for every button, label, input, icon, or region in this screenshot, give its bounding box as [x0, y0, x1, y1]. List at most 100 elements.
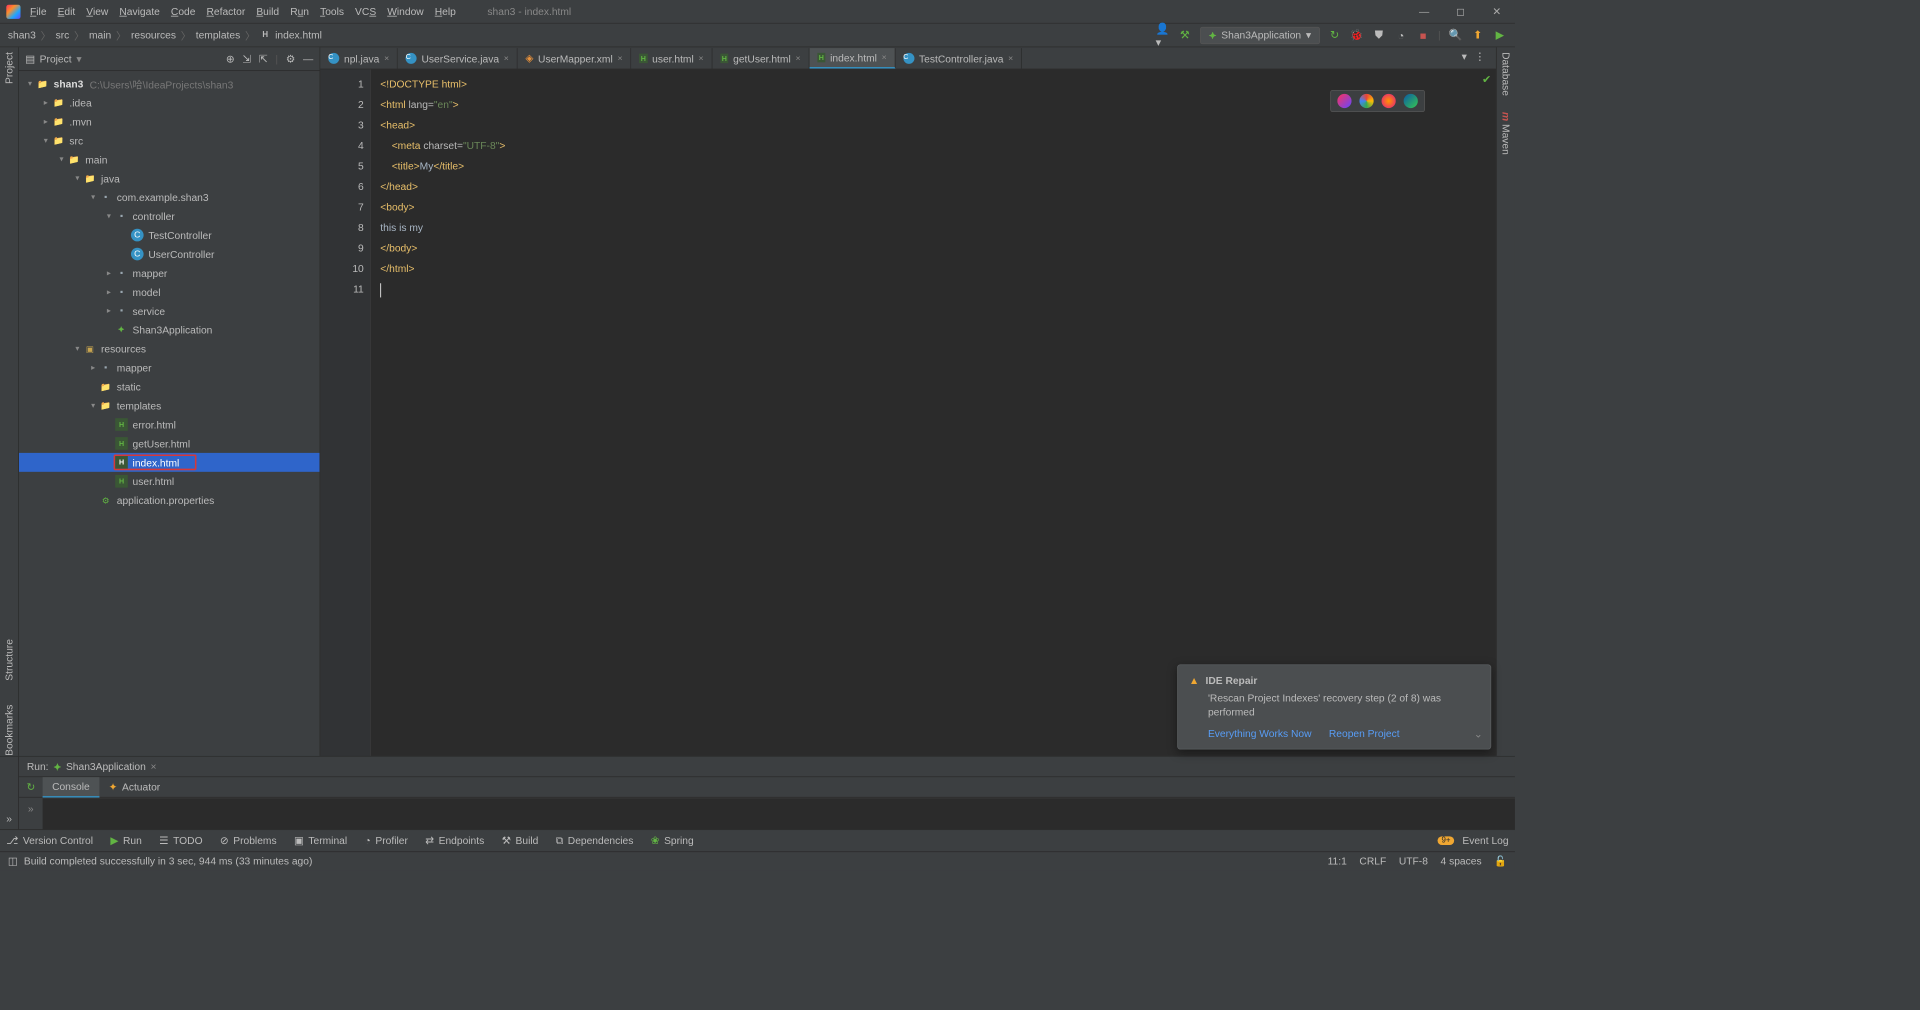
- tree-node[interactable]: ▾📁main: [19, 150, 320, 169]
- close-tab-icon[interactable]: ×: [795, 54, 800, 63]
- status-tool-icon[interactable]: ◫: [8, 855, 18, 868]
- locate-icon[interactable]: ⊕: [226, 52, 235, 65]
- editor-tab[interactable]: CUserService.java×: [398, 48, 518, 69]
- code-content[interactable]: <!DOCTYPE html> <html lang="en"> <head> …: [371, 69, 1496, 755]
- tool-problems[interactable]: ⊘Problems: [220, 834, 277, 847]
- editor-tab[interactable]: CTestController.java×: [895, 48, 1022, 69]
- run-more-icon[interactable]: »: [19, 798, 43, 830]
- close-tab-icon[interactable]: ×: [698, 54, 703, 63]
- edge-icon[interactable]: [1404, 94, 1418, 108]
- editor-tab[interactable]: Cnpl.java×: [320, 48, 398, 69]
- tree-node[interactable]: Huser.html: [19, 472, 320, 491]
- run-config-select[interactable]: ⯌ Shan3Application ▾: [1200, 26, 1320, 43]
- editor-tab[interactable]: Hindex.html×: [809, 48, 895, 69]
- line-separator[interactable]: CRLF: [1359, 855, 1386, 868]
- tool-todo[interactable]: ☰TODO: [159, 834, 202, 847]
- rerun-icon[interactable]: ↻: [1328, 28, 1342, 42]
- tree-node[interactable]: Herror.html: [19, 415, 320, 434]
- close-tab-icon[interactable]: ×: [882, 53, 887, 62]
- close-button[interactable]: ✕: [1479, 0, 1515, 23]
- close-tab-icon[interactable]: ×: [1008, 54, 1013, 63]
- caret-position[interactable]: 11:1: [1328, 855, 1347, 868]
- editor-tab[interactable]: ◈UserMapper.xml×: [518, 48, 632, 69]
- profile-icon[interactable]: ◔: [1394, 28, 1408, 42]
- crumb[interactable]: src: [56, 29, 70, 41]
- maximize-button[interactable]: ◻: [1442, 0, 1478, 23]
- line-gutter[interactable]: 1234567891011: [320, 69, 370, 755]
- close-tab-icon[interactable]: ×: [617, 54, 622, 63]
- tool-build[interactable]: ⚒Build: [502, 834, 539, 847]
- tool-version-control[interactable]: ⎇Version Control: [6, 834, 93, 847]
- menu-file[interactable]: File: [30, 6, 47, 18]
- tree-node[interactable]: ⯌Shan3Application: [19, 320, 320, 339]
- crumb[interactable]: shan3: [8, 29, 36, 41]
- close-tab-icon[interactable]: ×: [384, 54, 389, 63]
- tool-maven[interactable]: m Maven: [1500, 112, 1512, 155]
- hammer-icon[interactable]: ⚒: [1178, 28, 1192, 42]
- tool-project[interactable]: Project: [3, 52, 15, 84]
- inspection-ok-icon[interactable]: ✔: [1482, 73, 1491, 86]
- tree-node[interactable]: ▾📁templates: [19, 396, 320, 415]
- tree-node[interactable]: HgetUser.html: [19, 434, 320, 453]
- sync-icon[interactable]: ⬆: [1471, 28, 1485, 42]
- tree-node[interactable]: ⚙application.properties: [19, 491, 320, 510]
- tree-node[interactable]: CTestController: [19, 226, 320, 245]
- readonly-icon[interactable]: 🔓: [1494, 855, 1507, 868]
- firefox-icon[interactable]: [1382, 94, 1396, 108]
- tree-node[interactable]: ▾📁src: [19, 131, 320, 150]
- crumb[interactable]: templates: [196, 29, 240, 41]
- expand-notification-icon[interactable]: ⌄: [1474, 728, 1483, 741]
- chrome-icon[interactable]: [1359, 94, 1373, 108]
- tree-node[interactable]: ▸▪model: [19, 282, 320, 301]
- tree-node[interactable]: ▸📁.idea: [19, 93, 320, 112]
- console-tab[interactable]: Console: [43, 777, 100, 798]
- indent-setting[interactable]: 4 spaces: [1441, 855, 1482, 868]
- menu-build[interactable]: Build: [256, 6, 279, 18]
- more-tools-icon[interactable]: »: [6, 813, 12, 825]
- crumb[interactable]: index.html: [275, 29, 322, 41]
- builtin-preview-icon[interactable]: [1337, 94, 1351, 108]
- tool-bookmarks[interactable]: Bookmarks: [3, 705, 15, 756]
- editor-tab[interactable]: Huser.html×: [631, 48, 712, 69]
- play-icon[interactable]: ▶: [1493, 28, 1507, 42]
- tree-root[interactable]: ▾ 📁 shan3 C:\Users\哈\IdeaProjects\shan3: [19, 74, 320, 93]
- tree-node[interactable]: ▸📁.mvn: [19, 112, 320, 131]
- tab-list-icon[interactable]: ▾: [1462, 50, 1467, 63]
- actuator-tab[interactable]: ✦Actuator: [99, 777, 169, 798]
- tree-node[interactable]: CUserController: [19, 245, 320, 264]
- tool-spring[interactable]: ❀Spring: [651, 834, 694, 847]
- tree-node[interactable]: ▸▪mapper: [19, 358, 320, 377]
- tool-dependencies[interactable]: ⧉Dependencies: [556, 834, 634, 847]
- crumb[interactable]: resources: [131, 29, 176, 41]
- hide-icon[interactable]: ―: [303, 52, 313, 65]
- tool-profiler[interactable]: ◔Profiler: [364, 835, 407, 847]
- menu-code[interactable]: Code: [171, 6, 196, 18]
- expand-icon[interactable]: ⇲: [242, 52, 251, 65]
- minimize-button[interactable]: ―: [1406, 0, 1442, 23]
- project-tree[interactable]: ▾ 📁 shan3 C:\Users\哈\IdeaProjects\shan3 …: [19, 71, 320, 756]
- menu-tools[interactable]: Tools: [320, 6, 344, 18]
- breadcrumbs[interactable]: shan3〉 src〉 main〉 resources〉 templates〉 …: [8, 28, 322, 43]
- rerun-button[interactable]: ↻: [19, 781, 43, 794]
- everything-works-button[interactable]: Everything Works Now: [1208, 727, 1312, 739]
- tool-run[interactable]: ▶Run: [110, 834, 141, 847]
- tree-node[interactable]: ▾▪com.example.shan3: [19, 188, 320, 207]
- menu-help[interactable]: Help: [435, 6, 456, 18]
- collapse-icon[interactable]: ⇱: [259, 52, 268, 65]
- reopen-project-button[interactable]: Reopen Project: [1329, 727, 1400, 739]
- tool-structure[interactable]: Structure: [3, 639, 15, 681]
- tree-node[interactable]: Hindex.html: [19, 453, 320, 472]
- close-tab-icon[interactable]: ×: [504, 54, 509, 63]
- editor-tab[interactable]: HgetUser.html×: [712, 48, 809, 69]
- menu-edit[interactable]: Edit: [58, 6, 76, 18]
- tree-node[interactable]: ▾▪controller: [19, 207, 320, 226]
- user-icon[interactable]: 👤▾: [1156, 28, 1170, 42]
- tool-terminal[interactable]: ▣Terminal: [294, 834, 347, 847]
- tree-node[interactable]: 📁static: [19, 377, 320, 396]
- stop-icon[interactable]: ■: [1416, 28, 1430, 42]
- debug-icon[interactable]: 🐞: [1350, 28, 1364, 42]
- tree-node[interactable]: ▸▪service: [19, 301, 320, 320]
- menu-vcs[interactable]: VCS: [355, 6, 376, 18]
- menu-window[interactable]: Window: [387, 6, 423, 18]
- tree-node[interactable]: ▾📁java: [19, 169, 320, 188]
